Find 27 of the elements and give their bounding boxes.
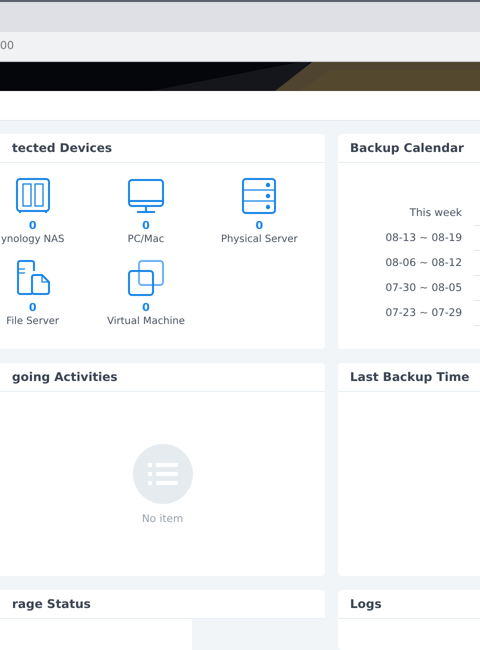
device-count: 0: [28, 219, 36, 233]
device-count: 0: [142, 219, 150, 233]
date-range: 08-06 ~ 08-12: [384, 256, 462, 271]
address-text: 00: [0, 38, 14, 54]
date-range: 08-13 ~ 08-19: [384, 230, 462, 246]
virtual-machine-icon: [126, 259, 165, 297]
date-range: 07-30 ~ 08-05: [384, 280, 462, 296]
device-label: Virtual Machine: [107, 315, 185, 329]
device-label: Physical Server: [221, 233, 298, 247]
card-title: going Activities: [12, 368, 118, 386]
device-label: File Server: [6, 315, 60, 329]
card-title: rage Status: [12, 596, 91, 614]
week-label: This week: [408, 206, 462, 221]
server-icon: [240, 177, 278, 215]
card-title: tected Devices: [12, 140, 112, 157]
date-range: 07-23 ~ 07-29: [384, 306, 462, 321]
device-count: 0: [142, 301, 150, 315]
card-title: Backup Calendar: [350, 140, 464, 157]
device-count: 0: [256, 219, 264, 233]
device-label: PC/Mac: [128, 233, 164, 247]
card-title: Last Backup Time: [350, 368, 470, 386]
card-title: Logs: [350, 596, 382, 614]
device-count: 0: [28, 301, 36, 315]
empty-text: No item: [142, 512, 184, 527]
device-label: ynology NAS: [0, 233, 64, 247]
nas-icon: [14, 177, 52, 215]
monitor-icon: [126, 177, 165, 215]
